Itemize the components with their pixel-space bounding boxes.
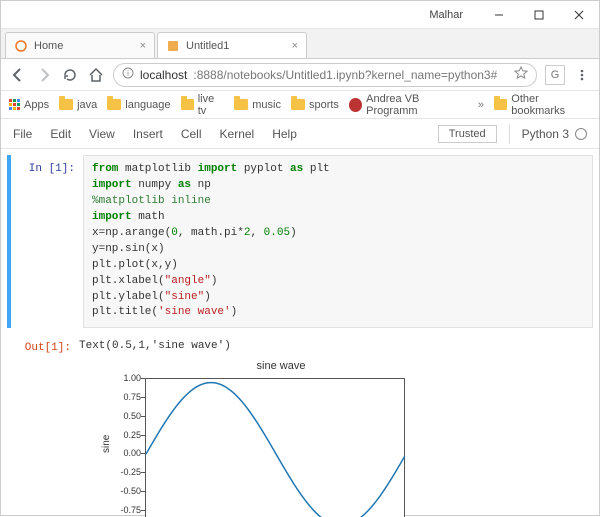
chart-ytick-label: 0.75 [107,392,141,402]
folder-icon [234,99,248,110]
back-button[interactable] [9,66,27,84]
trusted-button[interactable]: Trusted [438,125,497,143]
bookmark-folder-music[interactable]: music [234,99,281,111]
code-cell[interactable]: In [1]: from matplotlib import pyplot as… [7,155,593,328]
other-bookmarks-button[interactable]: Other bookmarks [494,93,591,117]
url-host: localhost [140,68,187,82]
address-input[interactable]: i localhost :8888/notebooks/Untitled1.ipy… [113,63,537,87]
chart-ytick-label: 0.00 [107,448,141,458]
chart-ytick-label: 0.25 [107,430,141,440]
home-button[interactable] [87,66,105,84]
site-icon [349,98,362,112]
code-editor[interactable]: from matplotlib import pyplot as plt imp… [83,155,593,328]
folder-icon [107,99,121,110]
close-button[interactable] [559,1,599,29]
url-path: :8888/notebooks/Untitled1.ipynb?kernel_n… [193,68,497,82]
tab-label: Untitled1 [186,40,229,52]
menu-view[interactable]: View [89,127,115,141]
browser-tab-home[interactable]: Home × [5,32,155,58]
bookmark-overflow-button[interactable]: » [478,99,484,111]
bookmark-andreavb[interactable]: Andrea VB Programm [349,93,468,117]
menu-help[interactable]: Help [272,127,297,141]
menu-cell[interactable]: Cell [181,127,202,141]
browser-menu-button[interactable] [573,66,591,84]
notebook-icon [166,39,180,53]
chart-title: sine wave [139,360,423,372]
tab-label: Home [34,40,63,52]
folder-icon [181,99,194,110]
bookmark-bar: Apps java language live tv music sports … [1,91,599,119]
chart-line [146,379,406,517]
bookmark-folder-livetv[interactable]: live tv [181,93,225,117]
forward-button[interactable] [35,66,53,84]
chart-ytick-label: -0.50 [107,486,141,496]
browser-tab-notebook[interactable]: Untitled1 × [157,32,307,58]
chart-ytick-label: -0.75 [107,505,141,515]
output-prompt: Out[1]: [7,334,79,354]
output-row: Out[1]: Text(0.5,1,'sine wave') [7,334,593,354]
svg-text:i: i [127,69,129,78]
apps-button[interactable]: Apps [9,99,49,111]
close-icon[interactable]: × [292,40,298,52]
menu-file[interactable]: File [13,127,32,141]
jupyter-icon [14,39,28,53]
apps-icon [9,99,20,110]
kernel-status-icon [575,128,587,140]
maximize-button[interactable] [519,1,559,29]
window-user-label: Malhar [429,9,463,21]
window-titlebar: Malhar [1,1,599,29]
chart-ytick-label: 0.50 [107,411,141,421]
kernel-indicator[interactable]: Python 3 [522,127,587,141]
bookmark-folder-java[interactable]: java [59,99,97,111]
reload-button[interactable] [61,66,79,84]
chart-plot: 1.000.750.500.250.00-0.25-0.50-0.75-1.00… [105,374,425,517]
chart-ytick-label: 1.00 [107,373,141,383]
folder-icon [494,99,507,110]
divider [509,124,510,144]
chart-output: sine wave 1.00 0.75 0.50 0.25 0.00 -0.25 -0.50… [105,360,593,517]
bookmark-folder-language[interactable]: language [107,99,170,111]
menu-edit[interactable]: Edit [50,127,71,141]
info-icon: i [122,67,134,82]
chart-ytick-label: -0.25 [107,467,141,477]
close-icon[interactable]: × [140,40,146,52]
notebook-area: In [1]: from matplotlib import pyplot as… [1,149,599,517]
jupyter-menubar: File Edit View Insert Cell Kernel Help T… [1,119,599,149]
folder-icon [291,99,305,110]
star-icon[interactable] [514,66,528,83]
browser-addressbar: i localhost :8888/notebooks/Untitled1.ipy… [1,59,599,91]
chart-ylabel: sine [101,435,112,453]
google-search-button[interactable]: G [545,65,565,85]
menu-kernel[interactable]: Kernel [220,127,255,141]
input-prompt: In [1]: [11,155,83,328]
bookmark-folder-sports[interactable]: sports [291,99,339,111]
chart-axes [145,378,405,517]
browser-tabstrip: Home × Untitled1 × [1,29,599,59]
output-text: Text(0.5,1,'sine wave') [79,334,593,354]
folder-icon [59,99,73,110]
menu-insert[interactable]: Insert [133,127,163,141]
minimize-button[interactable] [479,1,519,29]
